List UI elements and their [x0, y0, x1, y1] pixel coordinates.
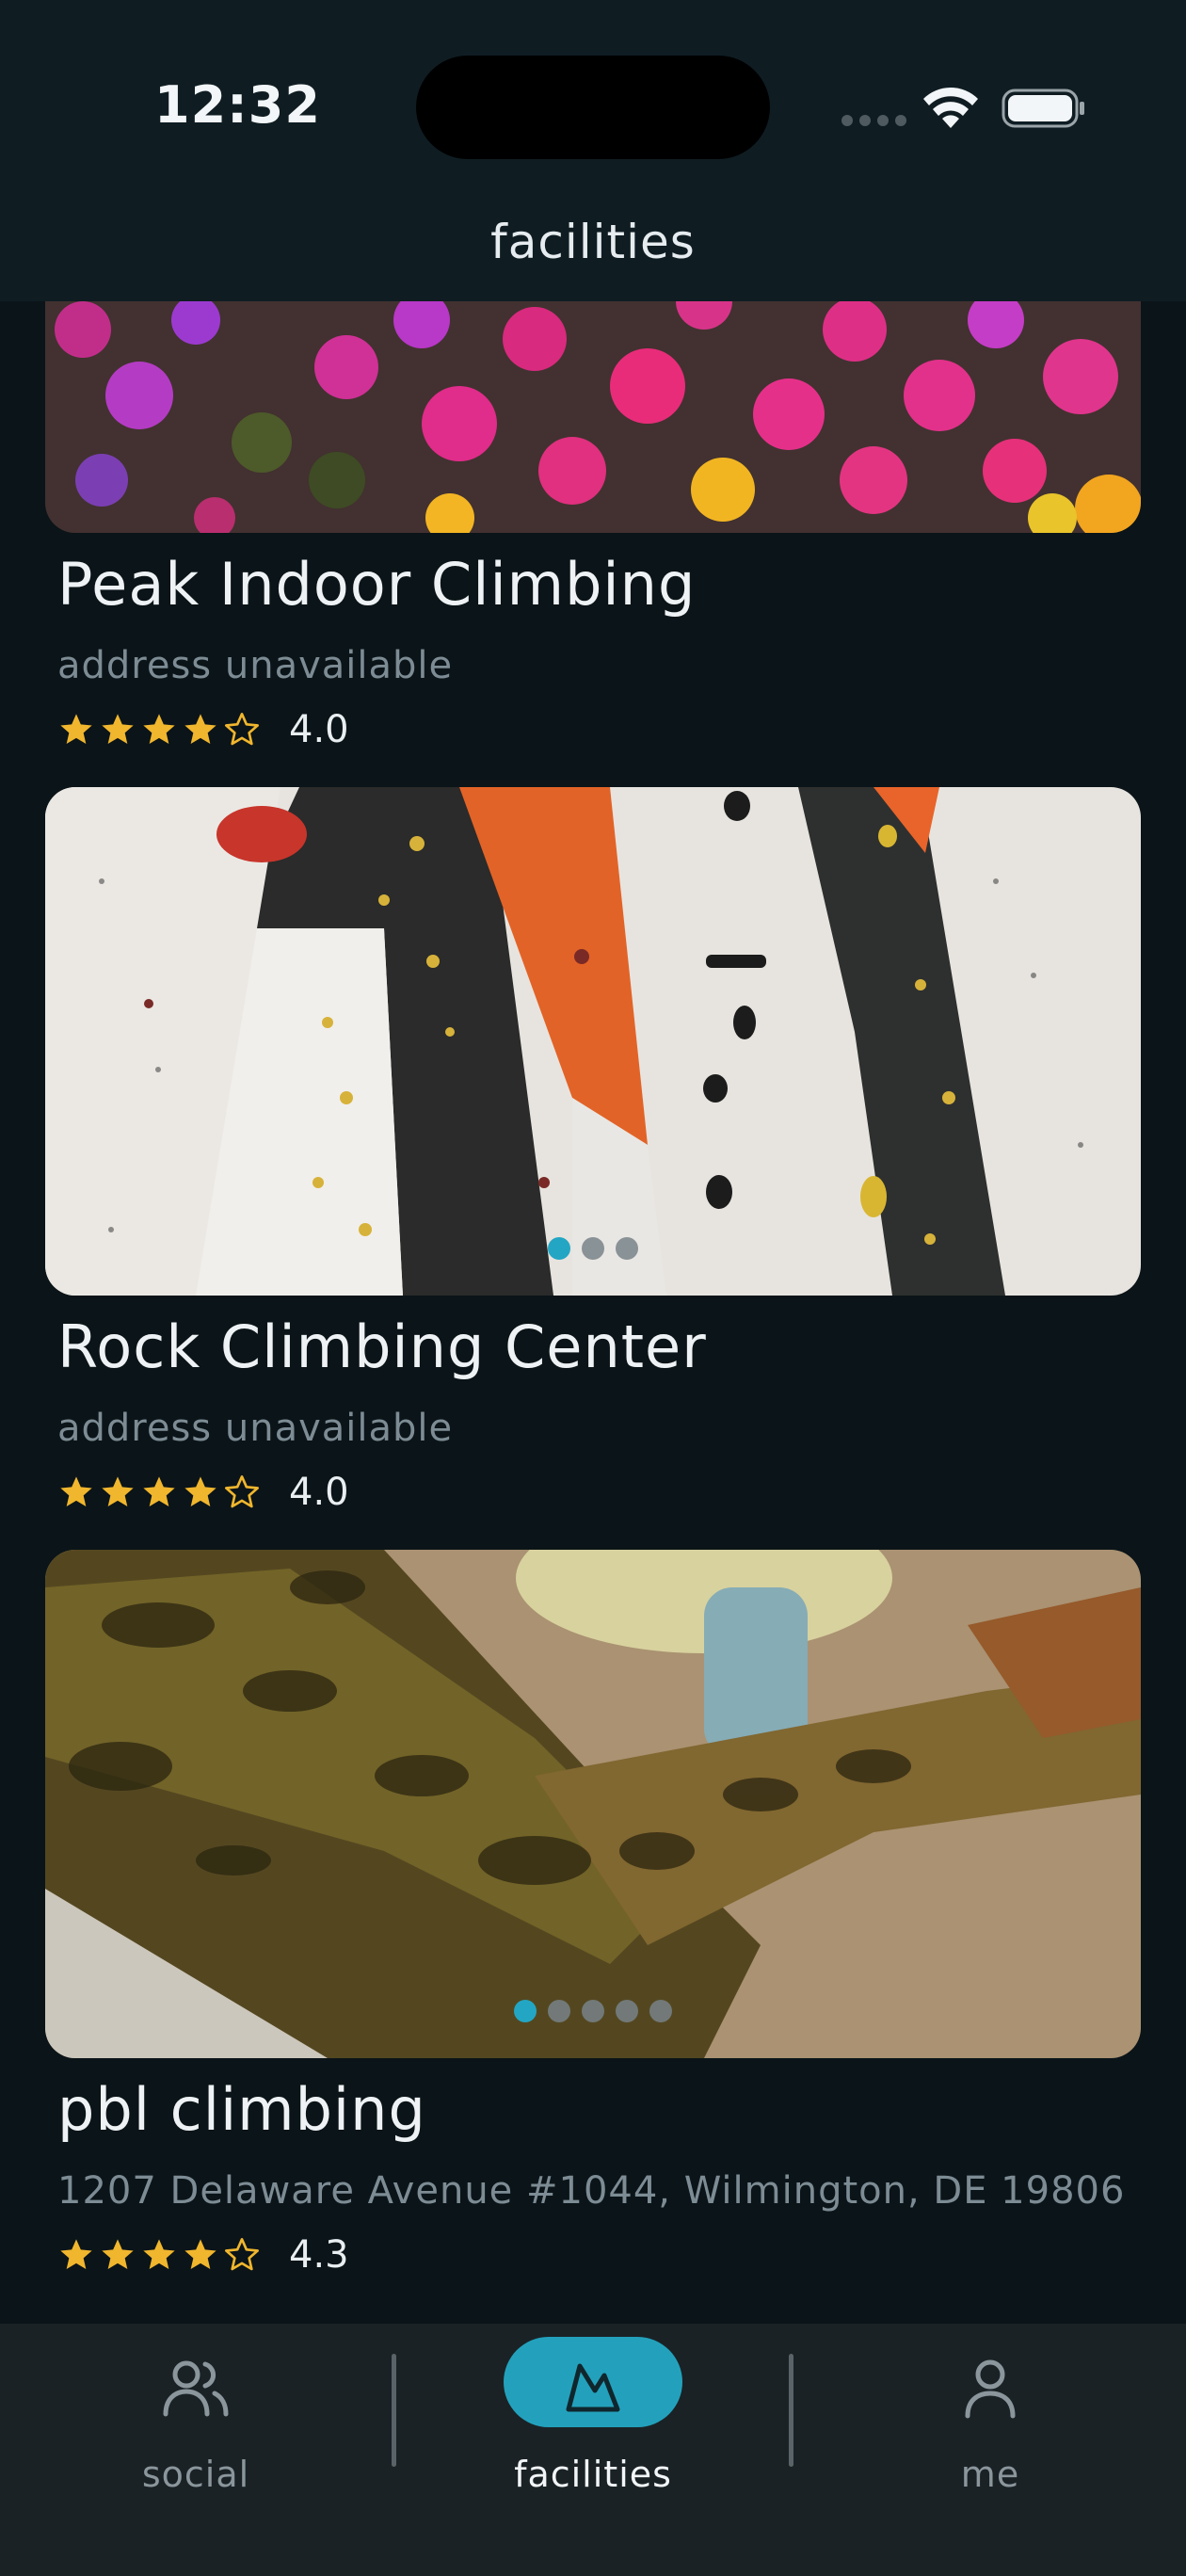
- page-title: facilities: [490, 215, 696, 269]
- carousel-dot[interactable]: [548, 2000, 570, 2022]
- facility-name[interactable]: Peak Indoor Climbing: [57, 550, 696, 619]
- tab-label: facilities: [514, 2454, 672, 2495]
- star-filled-icon: [102, 714, 134, 744]
- star-outline-icon: [225, 713, 259, 746]
- mountain-icon: [566, 2363, 620, 2412]
- facility-rating: 4.0: [57, 1471, 349, 1514]
- star-filled-icon: [184, 1476, 216, 1506]
- tab-label: social: [141, 2454, 250, 2495]
- star-filled-icon: [60, 1476, 92, 1506]
- tab-divider: [789, 2354, 793, 2467]
- tab-me[interactable]: me: [868, 2324, 1113, 2531]
- facility-address: 1207 Delaware Avenue #1044, Wilmington, …: [57, 2169, 1126, 2213]
- rating-stars: [57, 2236, 261, 2274]
- facility-photo[interactable]: [45, 787, 1141, 1296]
- carousel-dot[interactable]: [548, 1237, 570, 1260]
- rating-stars: [57, 711, 261, 749]
- facility-feed[interactable]: Peak Indoor Climbing address unavailable…: [0, 301, 1186, 2324]
- carousel-dot[interactable]: [649, 2000, 672, 2022]
- star-filled-icon: [184, 2239, 216, 2269]
- star-filled-icon: [102, 2239, 134, 2269]
- tab-divider: [392, 2354, 396, 2467]
- facility-photo[interactable]: [45, 1550, 1141, 2058]
- star-filled-icon: [60, 714, 92, 744]
- facility-name[interactable]: Rock Climbing Center: [57, 1312, 707, 1381]
- facility-address: address unavailable: [57, 644, 454, 687]
- carousel-dot[interactable]: [514, 2000, 537, 2022]
- photo-carousel-dots[interactable]: [45, 1237, 1141, 1260]
- cellular-signal-icon: [841, 115, 907, 126]
- star-filled-icon: [102, 1476, 134, 1506]
- rating-value: 4.0: [289, 708, 349, 751]
- top-bar: 12:32 facilities: [0, 0, 1186, 301]
- bottom-tab-bar: social facilities me: [0, 2324, 1186, 2576]
- facility-photo[interactable]: [45, 301, 1141, 533]
- people-icon: [163, 2360, 229, 2417]
- star-outline-icon: [225, 2238, 259, 2271]
- carousel-dot[interactable]: [616, 1237, 638, 1260]
- rating-value: 4.0: [289, 1471, 349, 1514]
- carousel-dot[interactable]: [616, 2000, 638, 2022]
- facility-rating: 4.3: [57, 2233, 349, 2277]
- tab-facilities[interactable]: facilities: [471, 2324, 715, 2531]
- person-icon: [965, 2359, 1016, 2419]
- rating-stars: [57, 1473, 261, 1511]
- tab-label: me: [960, 2454, 1020, 2495]
- star-filled-icon: [143, 1476, 175, 1506]
- status-time: 12:32: [154, 75, 321, 135]
- wifi-icon: [923, 87, 978, 128]
- star-filled-icon: [143, 714, 175, 744]
- star-filled-icon: [60, 2239, 92, 2269]
- photo-carousel-dots[interactable]: [45, 2000, 1141, 2022]
- dynamic-island: [416, 56, 770, 159]
- battery-icon: [1002, 89, 1084, 128]
- facility-address: address unavailable: [57, 1407, 454, 1450]
- facility-name[interactable]: pbl climbing: [57, 2075, 426, 2144]
- star-filled-icon: [184, 714, 216, 744]
- carousel-dot[interactable]: [582, 1237, 604, 1260]
- carousel-dot[interactable]: [582, 2000, 604, 2022]
- tab-social[interactable]: social: [73, 2324, 318, 2531]
- facility-rating: 4.0: [57, 708, 349, 751]
- star-filled-icon: [143, 2239, 175, 2269]
- star-outline-icon: [225, 1475, 259, 1508]
- rating-value: 4.3: [289, 2233, 349, 2277]
